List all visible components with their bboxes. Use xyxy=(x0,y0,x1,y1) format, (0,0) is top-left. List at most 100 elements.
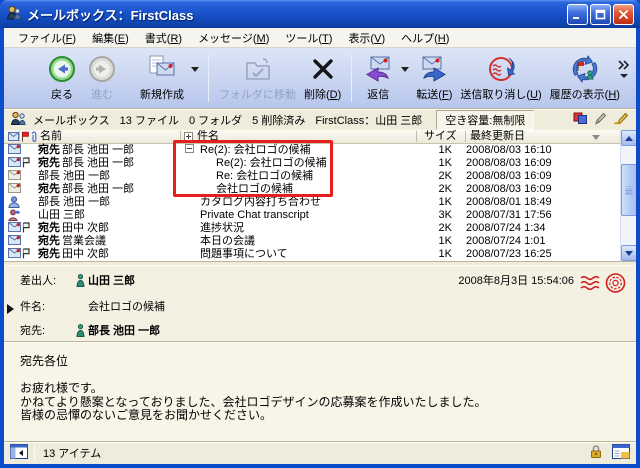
from-value[interactable]: 山田 三郎 xyxy=(88,273,135,289)
row-date: 2008/08/03 16:09 xyxy=(466,170,552,183)
forward-button[interactable]: 進む xyxy=(82,52,122,104)
to-value[interactable]: 部長 池田 一郎 xyxy=(88,323,160,339)
row-size: 1K xyxy=(408,248,452,261)
delete-button[interactable]: 削除(D) xyxy=(300,52,345,104)
reply-button[interactable]: 返信 xyxy=(358,52,398,104)
forward-mail-label: 転送(F) xyxy=(416,86,452,102)
list-row[interactable]: 宛先田中 次郎進捗状況2K2008/07/24 1:34 xyxy=(4,222,620,235)
row-name: 部長 池田 一郎 xyxy=(62,144,134,157)
row-size: 2K xyxy=(408,183,452,196)
forward-mail-icon xyxy=(418,53,450,85)
menu-item-2[interactable]: 書式(R) xyxy=(137,28,190,48)
list-row[interactable]: 宛先営業会議本日の会議1K2008/07/24 1:01 xyxy=(4,235,620,248)
unsend-label: 送信取り消し(U) xyxy=(460,86,541,102)
row-size: 1K xyxy=(408,144,452,157)
app-icon xyxy=(6,5,22,24)
row-subject: Re(2): 会社ロゴの候補 xyxy=(216,157,327,170)
infobar-deleted-count: 5 削除済み xyxy=(252,112,305,128)
preview-header: 差出人: 山田 三郎 2008年8月3日 15:54:06 件名: 会社ロゴの候… xyxy=(4,266,636,341)
to-prefix: 宛先 xyxy=(38,248,60,261)
toggle-pane-icon[interactable] xyxy=(10,444,28,462)
move-to-folder-button[interactable]: フォルダに移動 xyxy=(215,52,300,104)
row-subject: 進捗状況 xyxy=(200,222,244,235)
message-body: 宛先各位 お疲れ様です。 かねてより懸案となっておりました、会社ロゴデザインの応… xyxy=(4,341,636,441)
app-window: メールボックス：FirstClass ファイル(F)編集(E)書式(R)メッセー… xyxy=(0,0,640,468)
mail-unread-icon xyxy=(8,222,21,236)
forward-icon xyxy=(88,53,116,85)
row-size: 2K xyxy=(408,170,452,183)
scroll-up-button[interactable] xyxy=(621,130,636,146)
toolbar: 戻る 進む 新規作成 xyxy=(4,48,636,108)
row-name: 田中 次郎 xyxy=(62,248,109,261)
row-subject: 問題事項について xyxy=(200,248,288,261)
column-header-subject[interactable]: 件名 xyxy=(197,130,219,143)
history-label: 履歴の表示(H) xyxy=(550,86,620,102)
menu-item-6[interactable]: ヘルプ(H) xyxy=(393,28,457,48)
list-row[interactable]: 宛先部長 池田 一郎 Re(2): 会社ロゴの候補 1K 2008/08/03 16:… xyxy=(4,157,620,170)
thread-collapse-box-icon[interactable] xyxy=(185,144,194,157)
new-message-label: 新規作成 xyxy=(140,86,184,102)
copy-squares-icon[interactable] xyxy=(573,112,588,128)
back-icon xyxy=(48,53,76,85)
toolbar-separator xyxy=(208,54,209,102)
column-header-size[interactable]: サイズ xyxy=(424,130,457,143)
mailbox-people-icon xyxy=(10,111,27,129)
move-to-folder-label: フォルダに移動 xyxy=(219,86,296,102)
list-row[interactable]: 宛先田中 次郎問題事項について1K2008/07/23 16:25 xyxy=(4,248,620,261)
row-size: 1K xyxy=(408,157,452,170)
view-layout-icon[interactable] xyxy=(612,444,630,462)
message-list: 名前 件名 サイズ 最終更新日 宛先部長 池田 一郎Re(2): 会社ロゴの候補… xyxy=(4,130,636,261)
row-date: 2008/08/01 18:49 xyxy=(466,196,552,209)
edit-pencil-icon[interactable] xyxy=(594,112,607,128)
folder-move-icon xyxy=(243,53,273,85)
new-message-button[interactable]: 新規作成 xyxy=(136,52,188,104)
title-bar: メールボックス：FirstClass xyxy=(0,0,640,28)
message-date: 2008年8月3日 15:54:06 xyxy=(458,273,574,289)
row-name: 部長 池田 一郎 xyxy=(62,157,134,170)
mail-unread-icon xyxy=(8,248,21,261)
row-name: 部長 池田 一郎 xyxy=(62,183,134,196)
unsend-button[interactable]: 送信取り消し(U) xyxy=(456,52,545,104)
menu-item-3[interactable]: メッセージ(M) xyxy=(190,28,277,48)
menu-item-4[interactable]: ツール(T) xyxy=(277,28,340,48)
list-row[interactable]: 部長 池田 一郎Re: 会社ロゴの候補2K2008/08/03 16:09 xyxy=(4,170,620,183)
to-prefix: 宛先 xyxy=(38,222,60,235)
close-button[interactable] xyxy=(613,4,634,25)
new-dropdown-arrow[interactable] xyxy=(188,53,202,85)
signature-pencil-icon[interactable] xyxy=(613,112,630,128)
toolbar-overflow-chevron[interactable] xyxy=(616,60,632,83)
list-scrollbar[interactable] xyxy=(620,130,636,261)
menu-item-0[interactable]: ファイル(F) xyxy=(10,28,84,48)
list-row[interactable]: 山田 三郎Private Chat transcript3K2008/07/31… xyxy=(4,209,620,222)
menu-item-5[interactable]: 表示(V) xyxy=(340,28,393,48)
row-date: 2008/08/03 16:09 xyxy=(466,157,552,170)
reply-dropdown-arrow[interactable] xyxy=(398,53,412,85)
maximize-button[interactable] xyxy=(590,4,611,25)
column-header-name[interactable]: 名前 xyxy=(40,130,62,143)
scroll-down-button[interactable] xyxy=(621,245,636,261)
toolbar-separator xyxy=(351,54,352,102)
from-label: 差出人: xyxy=(20,273,56,289)
row-subject: 会社ロゴの候補 xyxy=(216,183,293,196)
forward-mail-button[interactable]: 転送(F) xyxy=(412,52,456,104)
info-bar: メールボックス 13 ファイル 0 フォルダ 5 削除済み FirstClass… xyxy=(4,108,636,130)
list-header[interactable]: 名前 件名 サイズ 最終更新日 xyxy=(4,130,620,144)
history-button[interactable]: 履歴の表示(H) xyxy=(546,52,624,104)
mail-read-icon xyxy=(8,170,21,184)
list-row[interactable]: 部長 池田 一郎カタログ内容打ち合わせ1K2008/08/01 18:49 xyxy=(4,196,620,209)
row-date: 2008/08/03 16:09 xyxy=(466,183,552,196)
row-name: 田中 次郎 xyxy=(62,222,109,235)
back-button[interactable]: 戻る xyxy=(42,52,82,104)
sort-order-button[interactable] xyxy=(589,131,603,143)
menu-item-1[interactable]: 編集(E) xyxy=(84,28,137,48)
minimize-button[interactable] xyxy=(567,4,588,25)
status-bar: 13 アイテム xyxy=(4,441,636,464)
list-row[interactable]: 宛先部長 池田 一郎 会社ロゴの候補 2K 2008/08/03 16:09 xyxy=(4,183,620,196)
column-header-modified[interactable]: 最終更新日 xyxy=(470,130,525,143)
to-prefix: 宛先 xyxy=(38,157,60,170)
scroll-thumb[interactable] xyxy=(621,164,636,216)
row-date: 2008/08/03 16:10 xyxy=(466,144,552,157)
to-prefix: 宛先 xyxy=(38,183,60,196)
lock-icon xyxy=(590,444,602,462)
list-row[interactable]: 宛先部長 池田 一郎Re(2): 会社ロゴの候補1K2008/08/03 16:… xyxy=(4,144,620,157)
